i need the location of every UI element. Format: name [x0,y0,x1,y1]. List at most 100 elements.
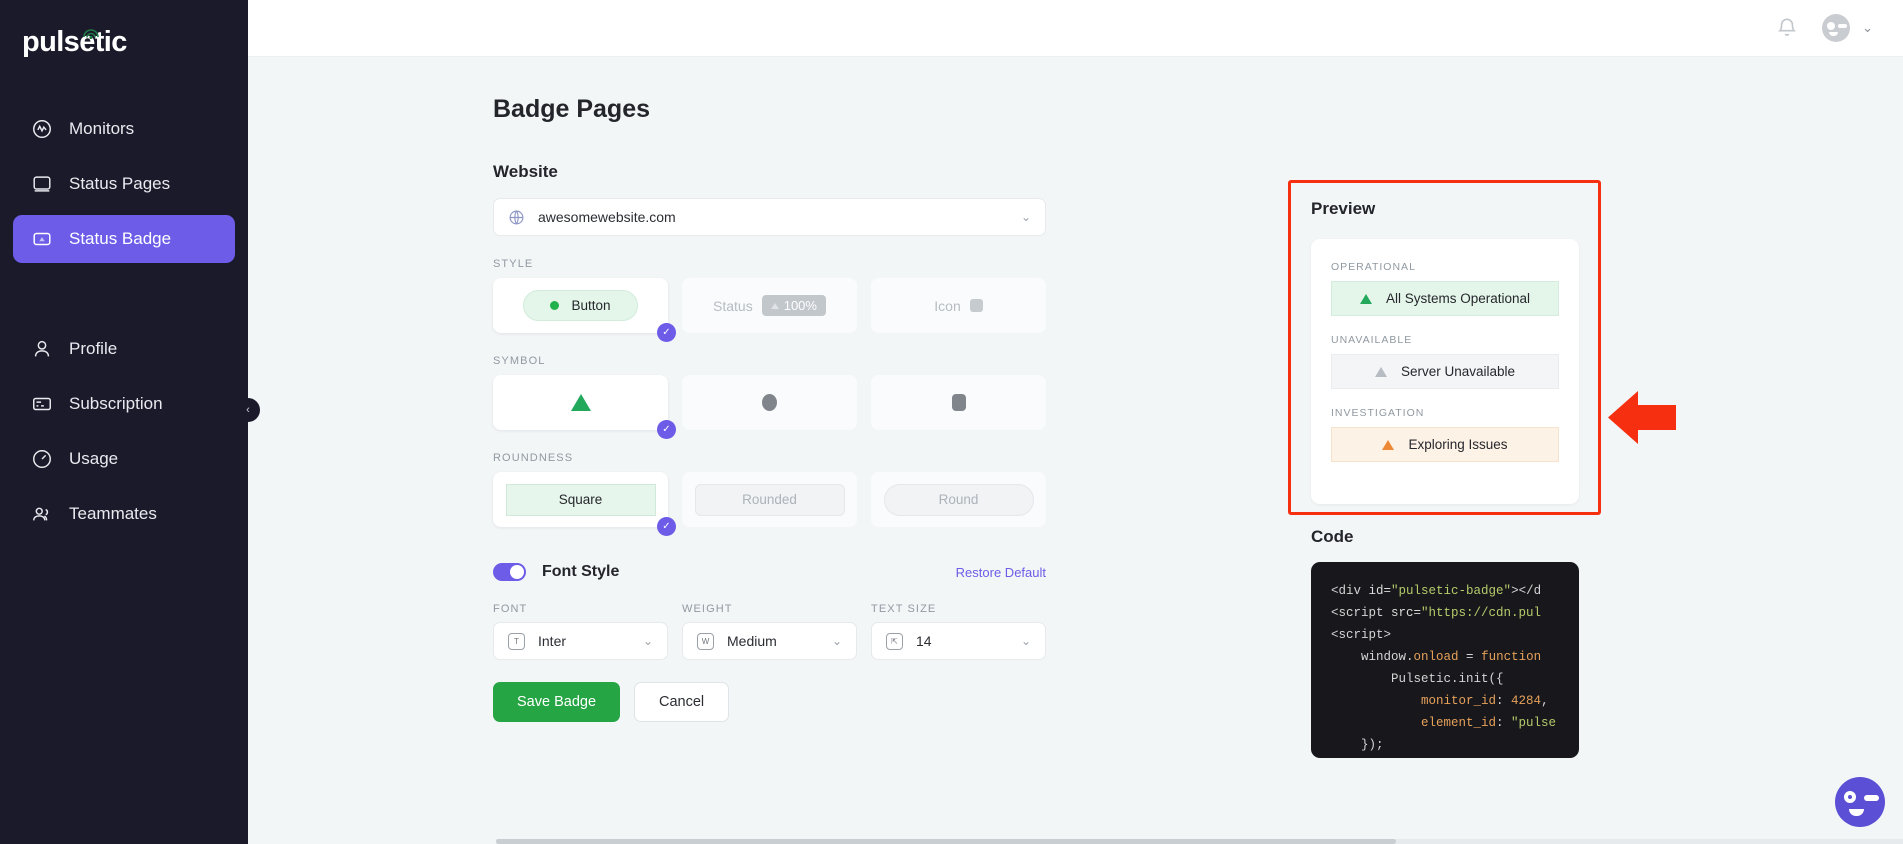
text-size-field-label: TEXT SIZE [871,603,937,615]
sidebar-item-status-badge[interactable]: Status Badge [13,215,235,263]
avatar-mouth [1829,32,1839,36]
cancel-button[interactable]: Cancel [634,682,730,722]
font-style-fields: FONT T Inter ⌄ WEIGHT W Medium ⌄ TEXT SI… [493,603,1046,660]
avatar-bar [1838,24,1848,28]
badge-icon [30,227,54,251]
restore-default-link[interactable]: Restore Default [956,565,1046,580]
chat-widget-button[interactable] [1835,777,1885,827]
brand-name: pulsetic [22,26,127,58]
preview-badge-unavailable: Server Unavailable [1331,354,1559,389]
sidebar-item-subscription[interactable]: Subscription [13,380,235,428]
selected-check-icon: ✓ [657,420,676,439]
horizontal-scrollbar[interactable] [496,839,1903,844]
sidebar-item-label: Monitors [69,119,135,138]
chat-avatar-bar-icon [1864,795,1879,801]
chat-avatar-mouth-icon [1849,809,1864,816]
brand-logo[interactable]: pulsetic [0,26,127,59]
app-root: pulsetic Monitors Status Pages Status Ba… [0,0,1903,844]
preview-badge-investigation: Exploring Issues [1331,427,1559,462]
avatar-eye [1827,22,1836,30]
text-size-select[interactable]: ⇱ 14 ⌄ [871,622,1046,660]
sidebar-item-label: Teammates [69,504,157,523]
preview-badge-operational: All Systems Operational [1331,281,1559,316]
credit-card-icon [30,392,54,416]
avatar [1822,14,1851,42]
sidebar-item-usage[interactable]: Usage [13,435,235,483]
square-icon [951,394,966,411]
page-title: Badge Pages [493,95,651,123]
style-group-label: STYLE [493,258,534,270]
sidebar-collapse-button[interactable]: ‹ [236,398,260,422]
triangle-icon [1382,439,1395,450]
code-panel: Code <div id="pulsetic-badge"></d <scrip… [1311,527,1579,758]
symbol-option-circle[interactable] [682,375,857,430]
roundness-group-label: ROUNDNESS [493,452,574,464]
text-icon: T [508,632,525,650]
code-heading: Code [1311,527,1354,546]
sidebar-divider-space [13,270,235,318]
symbol-option-square[interactable] [871,375,1046,430]
chevron-down-icon: ⌄ [1862,20,1873,35]
sidebar-item-label: Status Pages [69,174,171,193]
roundness-rounded-sample: Rounded [694,483,845,516]
font-field-label: FONT [493,603,528,615]
style-option-status[interactable]: Status 100% [682,278,857,333]
website-select-value: awesomewebsite.com [538,209,676,225]
scrollbar-thumb[interactable] [496,839,1396,844]
triangle-icon [770,302,779,309]
weight-icon: W [697,632,714,650]
weight-field-label: WEIGHT [682,603,733,615]
weight-select[interactable]: W Medium ⌄ [682,622,857,660]
font-select[interactable]: T Inter ⌄ [493,622,668,660]
roundness-option-square[interactable]: Square ✓ [493,472,676,536]
font-style-toggle[interactable] [493,563,526,581]
preview-badge-text: Exploring Issues [1408,437,1508,452]
users-icon [30,502,54,526]
font-select-value: Inter [538,633,567,649]
selected-check-icon: ✓ [657,323,676,342]
circle-icon [762,394,777,411]
sidebar-item-label: Status Badge [69,229,172,248]
code-snippet[interactable]: <div id="pulsetic-badge"></d <script src… [1311,562,1579,758]
preview-heading: Preview [1311,199,1376,218]
roundness-square-sample: Square [505,483,656,516]
symbol-options: ✓ [493,375,1046,439]
user-icon [30,337,54,361]
sidebar-item-status-pages[interactable]: Status Pages [13,160,235,208]
preview-badge-text: Server Unavailable [1400,364,1516,379]
monitor-wave-icon [30,117,54,141]
preview-label-unavailable: UNAVAILABLE [1331,334,1413,346]
screen-icon [30,172,54,196]
sidebar: pulsetic Monitors Status Pages Status Ba… [0,0,260,844]
size-icon: ⇱ [886,632,903,650]
bell-icon[interactable] [1774,15,1800,41]
preview-badge-text: All Systems Operational [1385,291,1531,306]
pulse-wave-icon [83,29,99,39]
style-icon-sample: Icon [934,298,983,314]
text-size-select-value: 14 [916,633,932,649]
toggle-knob [510,565,524,579]
preview-panel: Preview OPERATIONAL All Systems Operatio… [1311,199,1579,504]
badge-config-form: Website awesomewebsite.com ⌄ STYLE Butto… [493,162,1046,722]
website-select[interactable]: awesomewebsite.com ⌄ [493,198,1046,236]
symbol-option-triangle[interactable]: ✓ [493,375,676,439]
style-status-sample: Status 100% [713,295,826,316]
style-option-icon[interactable]: Icon [871,278,1046,333]
preview-card: OPERATIONAL All Systems Operational UNAV… [1311,239,1579,504]
roundness-option-round[interactable]: Round [871,472,1046,527]
website-section-title: Website [493,162,558,181]
triangle-icon [1374,366,1387,377]
style-option-button[interactable]: Button ✓ [493,278,676,342]
sidebar-item-monitors[interactable]: Monitors [13,105,235,153]
save-badge-button[interactable]: Save Badge [493,682,621,722]
weight-select-value: Medium [727,633,777,649]
page-content: Badge Pages Website awesomewebsite.com ⌄… [248,57,1903,844]
chevron-down-icon: ⌄ [831,634,842,648]
style-option-label: Status [713,297,753,314]
account-menu-button[interactable]: ⌄ [1822,14,1873,42]
roundness-option-rounded[interactable]: Rounded [682,472,857,527]
gauge-icon [30,447,54,471]
sidebar-item-teammates[interactable]: Teammates [13,490,235,538]
sidebar-item-profile[interactable]: Profile [13,325,235,373]
chat-avatar-eye-icon [1844,791,1856,803]
